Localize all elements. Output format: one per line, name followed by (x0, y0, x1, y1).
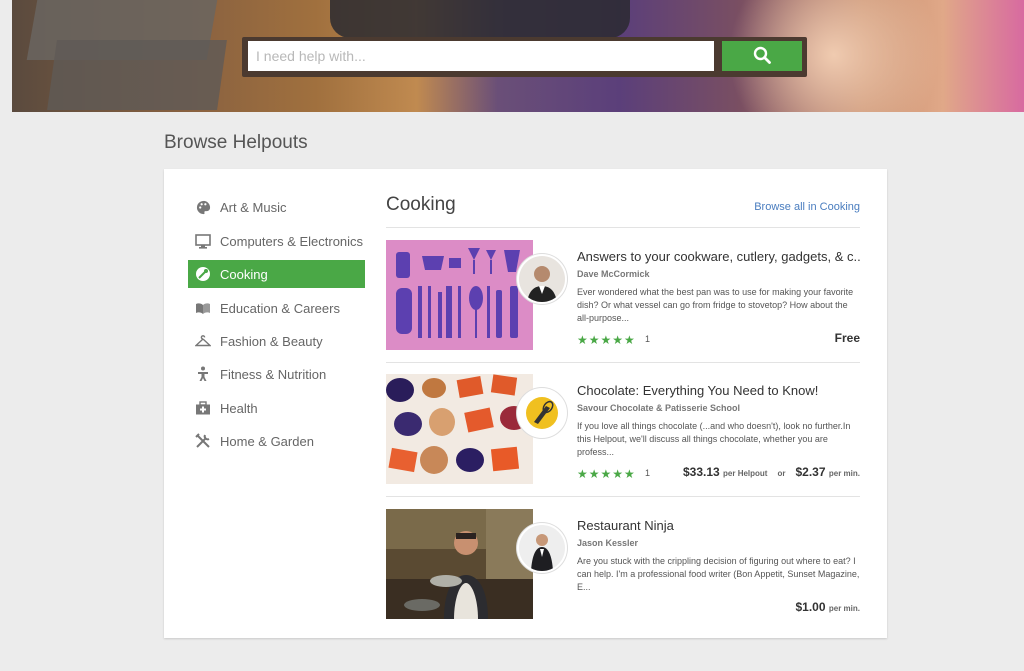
listing-author[interactable]: Dave McCormick (577, 269, 650, 279)
browse-all-link[interactable]: Browse all in Cooking (754, 201, 860, 213)
listing-title[interactable]: Restaurant Ninja (577, 518, 860, 533)
sidebar-item-label: Education & Careers (220, 300, 340, 316)
price: $1.00 per min. (796, 600, 861, 614)
listing-card[interactable]: Restaurant Ninja Jason Kessler Are you s… (386, 509, 860, 619)
avatar (517, 254, 567, 304)
sidebar-item-fitness-nutrition[interactable]: Fitness & Nutrition (188, 360, 365, 388)
sidebar-item-computers-electronics[interactable]: Computers & Electronics (188, 227, 365, 255)
listing-description: Are you stuck with the crippling decisio… (577, 556, 860, 592)
avatar (517, 388, 567, 438)
sidebar-item-home-garden[interactable]: Home & Garden (188, 427, 365, 455)
divider (386, 227, 860, 228)
sidebar-item-health[interactable]: Health (188, 394, 365, 422)
search-input[interactable] (248, 41, 714, 71)
price: $33.13 per Helpout or $2.37 per min. (683, 465, 860, 479)
sidebar-item-art-music[interactable]: Art & Music (188, 193, 365, 221)
sidebar-item-fashion-beauty[interactable]: Fashion & Beauty (188, 327, 365, 355)
fitness-icon (194, 365, 212, 383)
price-value: $33.13 (682, 465, 720, 479)
price-or: or (777, 469, 786, 478)
listing-title[interactable]: Answers to your cookware, cutlery, gadge… (577, 249, 860, 264)
sidebar-item-label: Art & Music (220, 199, 287, 215)
rating-stars: ★★★★★ (577, 467, 636, 481)
listing-thumbnail (386, 509, 533, 619)
hanger-icon (194, 332, 212, 350)
first-aid-icon (194, 399, 212, 417)
sidebar-item-label: Fashion & Beauty (220, 333, 323, 349)
listing-title[interactable]: Chocolate: Everything You Need to Know! (577, 383, 860, 398)
browse-card: Art & Music Computers & Electronics Cook… (164, 169, 887, 638)
listing-author[interactable]: Savour Chocolate & Patisserie School (577, 403, 740, 413)
search-bar (242, 37, 807, 77)
search-icon (753, 46, 771, 67)
tools-icon (194, 432, 212, 450)
listing-card[interactable]: Chocolate: Everything You Need to Know! … (386, 374, 860, 484)
listing-thumbnail (386, 240, 533, 350)
section-title: Cooking (386, 194, 456, 215)
sidebar-item-label: Home & Garden (220, 433, 314, 449)
listing-description: Ever wondered what the best pan was to u… (577, 287, 854, 323)
hero-decoration (47, 40, 227, 110)
price-value: $1.00 (795, 600, 826, 614)
price-per-minute: $2.37 (795, 465, 826, 479)
book-icon (194, 299, 212, 317)
rating-stars: ★★★★★ (577, 333, 636, 347)
sidebar-item-label: Health (220, 400, 258, 416)
rating-count: 1 (645, 468, 651, 478)
sidebar-item-education-careers[interactable]: Education & Careers (188, 294, 365, 322)
listing-thumbnail (386, 374, 533, 484)
listing-card[interactable]: Answers to your cookware, cutlery, gadge… (386, 240, 860, 350)
divider (386, 496, 860, 497)
cooking-icon (194, 265, 212, 283)
price-unit: per min. (828, 469, 860, 478)
rating-count: 1 (645, 334, 651, 344)
monitor-icon (194, 232, 212, 250)
page-title: Browse Helpouts (164, 132, 308, 153)
price-unit: per Helpout (723, 469, 768, 478)
sidebar-item-label: Cooking (220, 266, 268, 282)
listing-author[interactable]: Jason Kessler (577, 538, 638, 548)
price-value: Free (834, 331, 860, 345)
listing-description: If you love all things chocolate (...and… (577, 421, 851, 457)
avatar (517, 523, 567, 573)
palette-icon (194, 198, 212, 216)
sidebar-item-label: Fitness & Nutrition (220, 366, 327, 382)
hero-decoration (330, 0, 630, 38)
search-button[interactable] (722, 41, 802, 71)
price-unit: per min. (828, 604, 860, 613)
sidebar-item-cooking[interactable]: Cooking (188, 260, 365, 288)
divider (386, 362, 860, 363)
sidebar-item-label: Computers & Electronics (220, 233, 364, 249)
price: Free (835, 331, 860, 345)
